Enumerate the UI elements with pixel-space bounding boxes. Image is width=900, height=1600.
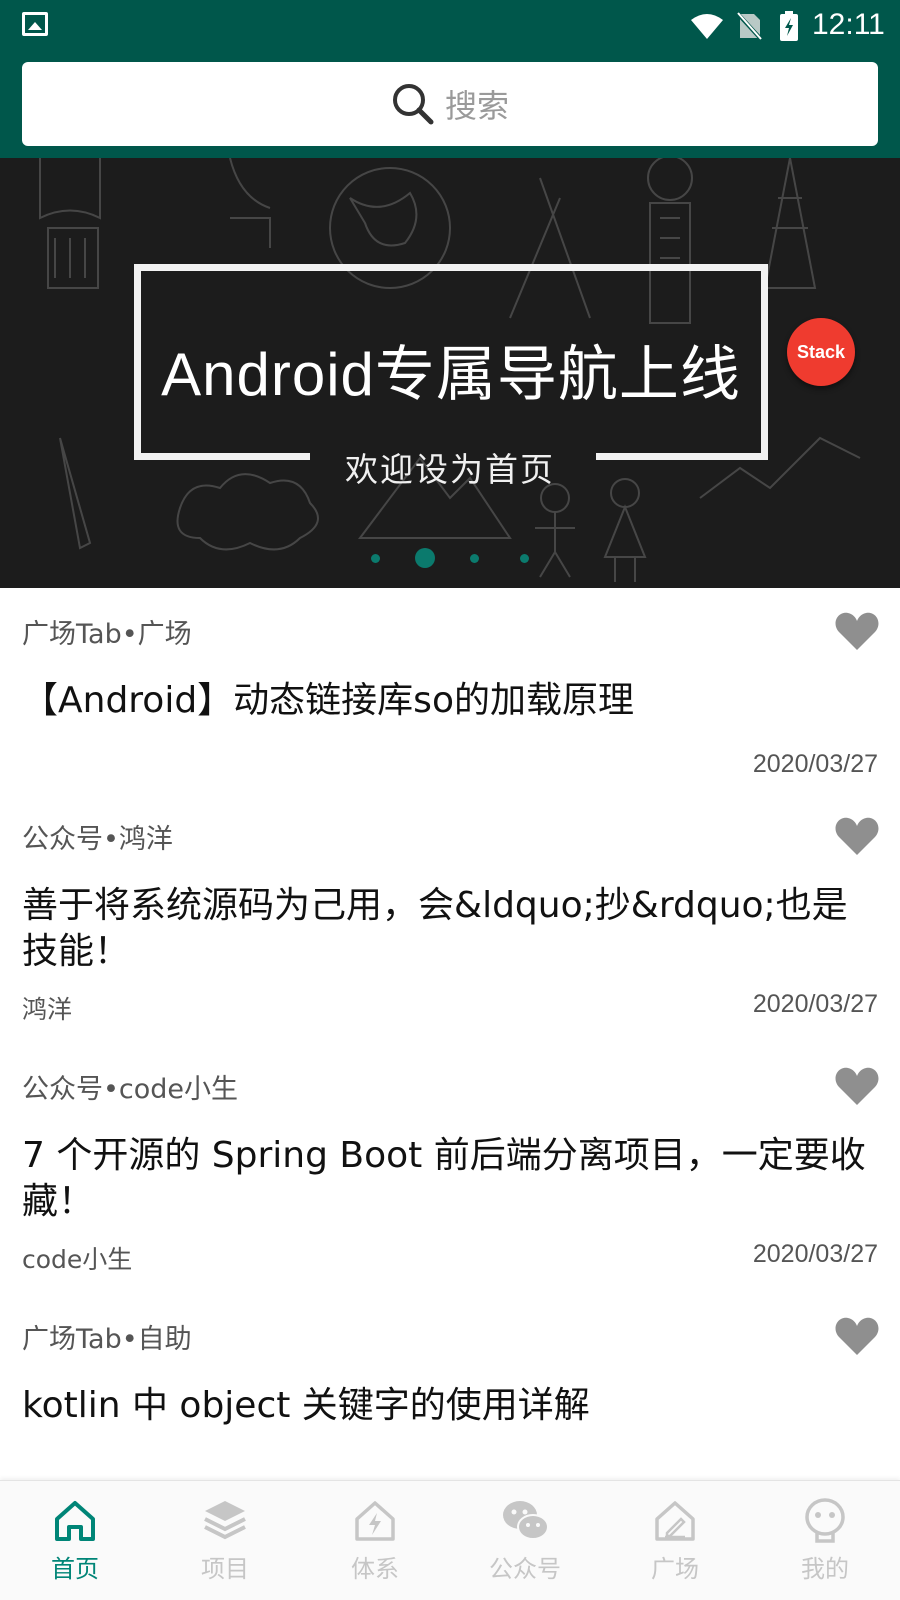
article-author: 鸿洋 bbox=[22, 995, 73, 1024]
article-item[interactable]: 广场Tab•广场 【Android】动态链接库so的加载原理 2020/03/2… bbox=[0, 588, 900, 793]
system-icon bbox=[355, 1501, 395, 1541]
nav-item-home[interactable]: 首页 bbox=[0, 1481, 150, 1600]
gallery-icon bbox=[22, 12, 48, 36]
square-icon bbox=[655, 1501, 695, 1541]
search-icon bbox=[392, 84, 434, 125]
page-indicator-dot-active[interactable] bbox=[415, 548, 435, 568]
layers-icon bbox=[204, 1501, 246, 1540]
article-author: code小生 bbox=[22, 1245, 133, 1274]
page-indicator-dot[interactable] bbox=[371, 554, 380, 563]
heart-icon[interactable] bbox=[834, 610, 880, 652]
profile-icon bbox=[805, 1498, 845, 1543]
article-list[interactable]: 广场Tab•广场 【Android】动态链接库so的加载原理 2020/03/2… bbox=[0, 588, 900, 1480]
no-sim-icon bbox=[736, 12, 762, 40]
search-bar[interactable]: 搜索 bbox=[22, 62, 878, 146]
status-bar: 12:11 bbox=[0, 0, 900, 52]
frame-line-right bbox=[596, 453, 768, 460]
article-item[interactable]: 公众号•鸿洋 善于将系统源码为己用，会&ldquo;抄&rdquo;也是技能！ … bbox=[0, 793, 900, 1043]
nav-item-wechat[interactable]: 公众号 bbox=[450, 1481, 600, 1600]
nav-item-project[interactable]: 项目 bbox=[150, 1481, 300, 1600]
article-title[interactable]: 【Android】动态链接库so的加载原理 bbox=[22, 678, 878, 724]
nav-label-wechat: 公众号 bbox=[489, 1555, 561, 1583]
article-category: 公众号•code小生 bbox=[22, 1074, 239, 1105]
nav-label-profile: 我的 bbox=[801, 1555, 849, 1583]
article-category: 公众号•鸿洋 bbox=[22, 824, 173, 855]
bottom-navigation: 首页 项目 体系 公众号 广场 我的 bbox=[0, 1480, 900, 1600]
nav-label-home: 首页 bbox=[51, 1555, 99, 1583]
nav-item-profile[interactable]: 我的 bbox=[750, 1481, 900, 1600]
status-time: 12:11 bbox=[812, 8, 885, 41]
banner-title: Android专属导航上线 bbox=[161, 341, 741, 408]
banner-page-indicators bbox=[0, 546, 900, 570]
heart-icon[interactable] bbox=[834, 815, 880, 857]
article-item[interactable]: 公众号•code小生 7 个开源的 Spring Boot 前后端分离项目，一定… bbox=[0, 1043, 900, 1293]
battery-charging-icon bbox=[780, 11, 798, 41]
heart-icon[interactable] bbox=[834, 1315, 880, 1357]
search-placeholder: 搜索 bbox=[444, 87, 509, 125]
article-date: 2020/03/27 bbox=[752, 750, 878, 778]
banner-carousel[interactable]: Android专属导航上线 欢迎设为首页 Stack bbox=[0, 158, 900, 588]
wechat-icon bbox=[503, 1501, 549, 1540]
nav-item-square[interactable]: 广场 bbox=[600, 1481, 750, 1600]
page-indicator-dot[interactable] bbox=[520, 554, 529, 563]
article-date: 2020/03/27 bbox=[752, 990, 878, 1018]
home-icon bbox=[55, 1501, 95, 1541]
nav-item-system[interactable]: 体系 bbox=[300, 1481, 450, 1600]
nav-label-square: 广场 bbox=[651, 1555, 699, 1583]
frame-line-left bbox=[134, 453, 310, 460]
heart-icon[interactable] bbox=[834, 1065, 880, 1107]
wifi-icon bbox=[691, 14, 723, 39]
app-header: 12:11 搜索 bbox=[0, 0, 900, 158]
article-title[interactable]: 善于将系统源码为己用，会&ldquo;抄&rdquo;也是技能！ bbox=[22, 883, 878, 975]
article-date: 2020/03/27 bbox=[752, 1240, 878, 1268]
page-indicator-dot[interactable] bbox=[470, 554, 479, 563]
article-title[interactable]: kotlin 中 object 关键字的使用详解 bbox=[22, 1383, 878, 1429]
article-item[interactable]: 广场Tab•自助 kotlin 中 object 关键字的使用详解 bbox=[0, 1293, 900, 1480]
nav-label-project: 项目 bbox=[201, 1555, 249, 1583]
article-title[interactable]: 7 个开源的 Spring Boot 前后端分离项目，一定要收藏！ bbox=[22, 1133, 878, 1225]
article-category: 广场Tab•广场 bbox=[22, 619, 192, 650]
stack-badge[interactable]: Stack bbox=[787, 318, 855, 386]
nav-label-system: 体系 bbox=[351, 1555, 399, 1583]
article-category: 广场Tab•自助 bbox=[22, 1324, 192, 1355]
banner-subtitle: 欢迎设为首页 bbox=[345, 450, 555, 489]
